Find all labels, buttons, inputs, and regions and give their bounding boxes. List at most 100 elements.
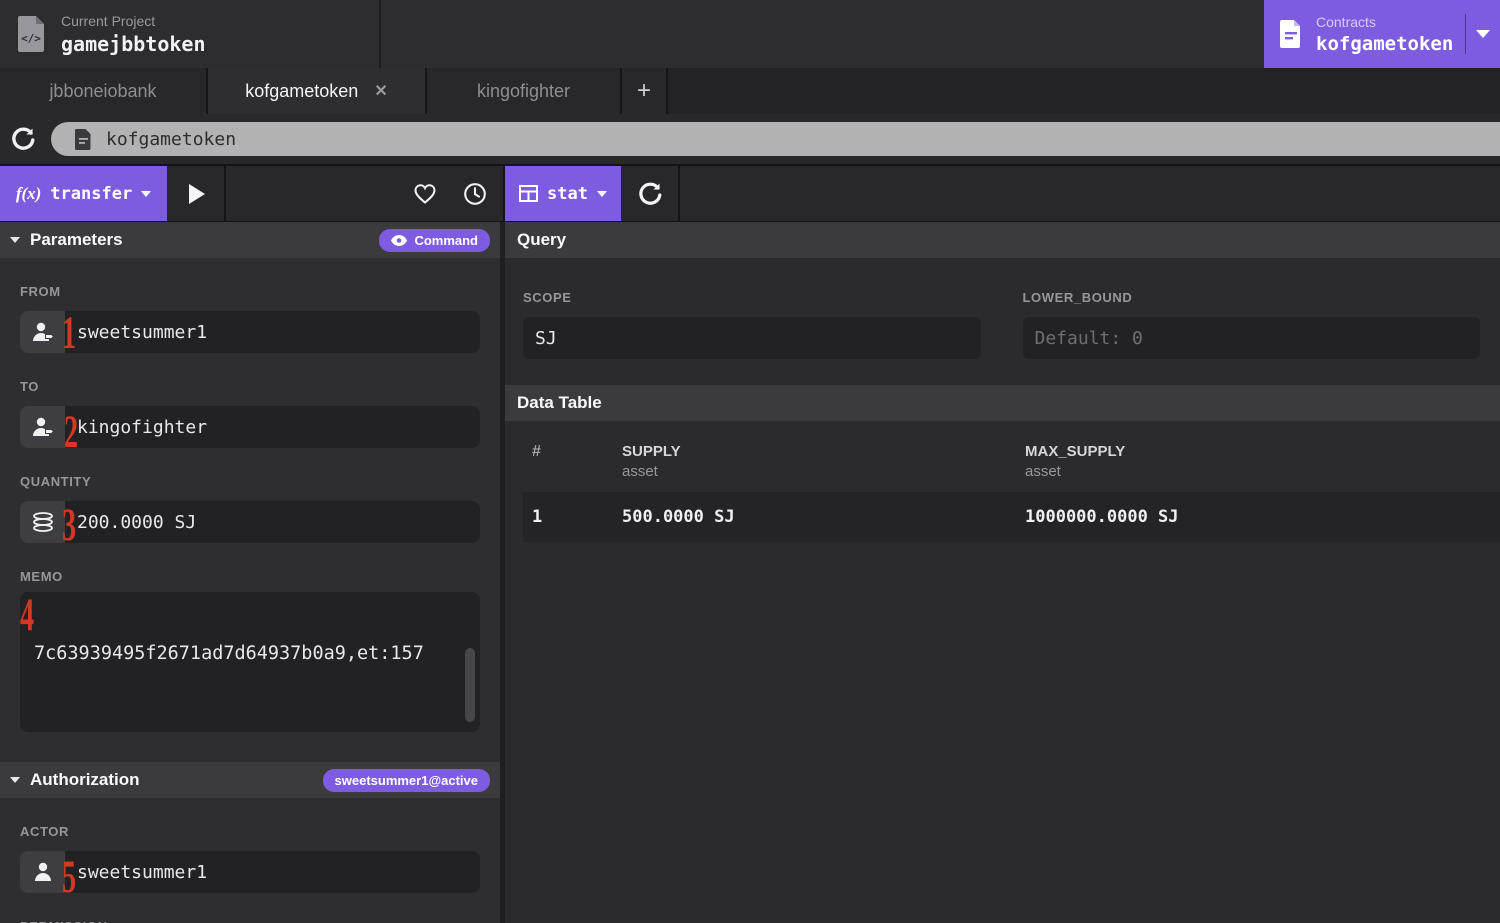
contracts-label: Contracts (1316, 14, 1453, 30)
chevron-down-icon (141, 191, 151, 197)
lower-bound-input-box (1023, 317, 1481, 359)
toolbar-left: f(x) transfer (0, 166, 505, 221)
scope-field-block: SCOPE (523, 290, 981, 359)
current-project-name: gamejbbtoken (61, 32, 206, 56)
column-max-supply-type: asset (1025, 463, 1500, 480)
contracts-selector[interactable]: Contracts kofgametoken (1264, 0, 1500, 68)
authorization-title: Authorization (30, 770, 140, 790)
main-area: Parameters Command FROM (0, 222, 1500, 923)
column-supply-type: asset (622, 463, 1025, 480)
contract-file-icon (1280, 20, 1302, 48)
to-label: TO (20, 379, 480, 394)
column-supply-header: SUPPLY (622, 443, 1025, 460)
query-panel: Query SCOPE LOWER_BOUND Data Table (505, 222, 1500, 923)
column-index-header: # (532, 443, 622, 461)
permission-label: PERMISSION (20, 919, 480, 923)
contracts-name: kofgametoken (1316, 33, 1453, 55)
eye-icon (391, 235, 407, 246)
tab-jbboneiobank[interactable]: jbboneiobank (0, 68, 208, 114)
chevron-down-icon[interactable] (1476, 30, 1490, 38)
svg-text:</>: </> (21, 32, 41, 45)
parameters-title: Parameters (30, 230, 123, 250)
tab-kingofighter[interactable]: kingofighter (427, 68, 622, 114)
memo-line: 9072709,sig:SIG_K1_Jx3ahMXUUxyEm2wY (34, 729, 466, 732)
play-icon (184, 182, 208, 206)
action-selector-button[interactable]: f(x) transfer (0, 166, 167, 221)
max-supply-cell: 1000000.0000 SJ (1025, 507, 1500, 527)
tab-label: kingofighter (477, 81, 570, 102)
table-name: stat (547, 184, 588, 204)
user-icon (31, 862, 55, 882)
to-input-box (20, 406, 480, 448)
quantity-input[interactable] (65, 501, 480, 543)
toolbar-empty (680, 166, 1500, 221)
authorization-badge: sweetsummer1@active (323, 769, 490, 792)
lower-bound-label: LOWER_BOUND (1023, 290, 1481, 305)
table-column-headers: # SUPPLY asset MAX_SUPPLY asset (505, 421, 1500, 480)
table-row[interactable]: 1 500.0000 SJ 1000000.0000 SJ (523, 492, 1500, 542)
memo-field-block: MEMO 7c63939495f2671ad7d64937b0a9,et:157… (20, 569, 480, 732)
from-input-box (20, 311, 480, 353)
scope-label: SCOPE (523, 290, 981, 305)
user-tag-icon (31, 417, 55, 437)
from-addon (20, 311, 65, 353)
lower-bound-input[interactable] (1023, 317, 1481, 359)
divider (1465, 14, 1466, 54)
memo-textarea[interactable]: 7c63939495f2671ad7d64937b0a9,et:157 9072… (20, 592, 480, 732)
coins-icon (31, 512, 55, 532)
current-project-box[interactable]: </> Current Project gamejbbtoken (0, 0, 381, 68)
toolbar-spacer (226, 166, 503, 221)
from-input[interactable] (65, 311, 480, 353)
address-text: kofgametoken (106, 129, 236, 150)
function-icon: f(x) (16, 184, 41, 204)
data-table-header: Data Table (505, 385, 1500, 421)
actor-input[interactable] (65, 851, 480, 893)
command-badge[interactable]: Command (379, 229, 490, 252)
authorization-header[interactable]: Authorization sweetsummer1@active (0, 762, 500, 798)
memo-text: 7c63939495f2671ad7d64937b0a9,et:157 9072… (34, 592, 466, 732)
new-tab-button[interactable]: + (622, 68, 668, 114)
history-clock-icon[interactable] (463, 182, 487, 206)
app-window: </> Current Project gamejbbtoken Contrac… (0, 0, 1500, 923)
current-project-label: Current Project (61, 13, 206, 29)
action-name: transfer (50, 184, 132, 204)
refresh-table-button[interactable] (621, 166, 680, 221)
chevron-down-icon (597, 191, 607, 197)
tab-strip: jbboneiobank kofgametoken ✕ kingofighter… (0, 68, 1500, 114)
collapse-chevron-icon[interactable] (10, 237, 20, 243)
from-field-block: FROM 1 (20, 284, 480, 353)
to-field-block: TO 2 (20, 379, 480, 448)
query-fields: SCOPE LOWER_BOUND (505, 258, 1500, 359)
from-label: FROM (20, 284, 480, 299)
lower-bound-field-block: LOWER_BOUND (1023, 290, 1481, 359)
code-file-icon: </> (18, 16, 44, 52)
scope-input[interactable] (523, 317, 981, 359)
tab-label: kofgametoken (245, 81, 358, 102)
close-tab-icon[interactable]: ✕ (374, 81, 387, 101)
document-icon (75, 129, 92, 150)
to-input[interactable] (65, 406, 480, 448)
table-selector-button[interactable]: stat (505, 166, 621, 221)
to-addon (20, 406, 65, 448)
quantity-addon (20, 501, 65, 543)
collapse-chevron-icon[interactable] (10, 777, 20, 783)
quantity-input-box (20, 501, 480, 543)
data-table-title: Data Table (517, 393, 602, 413)
tab-kofgametoken[interactable]: kofgametoken ✕ (208, 68, 427, 114)
memo-scrollbar-thumb[interactable] (465, 648, 475, 722)
memo-label: MEMO (20, 569, 480, 584)
refresh-icon (638, 182, 662, 206)
command-badge-label: Command (414, 233, 478, 248)
topbar-spacer (381, 0, 1264, 68)
reload-icon[interactable] (11, 127, 35, 151)
table-icon (519, 185, 538, 202)
row-index-cell: 1 (532, 507, 622, 527)
query-header: Query (505, 222, 1500, 258)
actor-input-box (20, 851, 480, 893)
parameters-header[interactable]: Parameters Command (0, 222, 500, 258)
favorite-heart-icon[interactable] (413, 182, 437, 206)
actor-field-block: ACTOR 5 (20, 824, 480, 893)
run-action-button[interactable] (167, 166, 226, 221)
top-bar: </> Current Project gamejbbtoken Contrac… (0, 0, 1500, 68)
address-input[interactable]: kofgametoken (51, 122, 1500, 156)
